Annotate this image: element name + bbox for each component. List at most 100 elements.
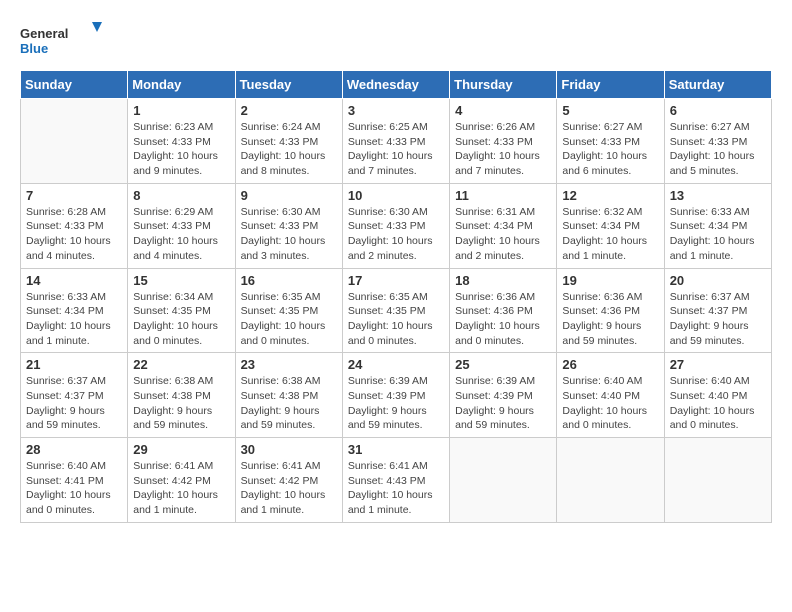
day-number: 30 <box>241 442 337 457</box>
calendar-cell: 16Sunrise: 6:35 AM Sunset: 4:35 PM Dayli… <box>235 268 342 353</box>
day-info: Sunrise: 6:40 AM Sunset: 4:41 PM Dayligh… <box>26 459 122 518</box>
day-number: 28 <box>26 442 122 457</box>
day-info: Sunrise: 6:26 AM Sunset: 4:33 PM Dayligh… <box>455 120 551 179</box>
day-info: Sunrise: 6:39 AM Sunset: 4:39 PM Dayligh… <box>455 374 551 433</box>
calendar-cell: 6Sunrise: 6:27 AM Sunset: 4:33 PM Daylig… <box>664 99 771 184</box>
day-info: Sunrise: 6:27 AM Sunset: 4:33 PM Dayligh… <box>670 120 766 179</box>
calendar-cell: 4 Sunrise: 6:26 AM Sunset: 4:33 PM Daylig… <box>450 99 557 184</box>
calendar-header-thursday: Thursday <box>450 71 557 99</box>
calendar-cell: 8 Sunrise: 6:29 AM Sunset: 4:33 PM Daylig… <box>128 183 235 268</box>
calendar-header-saturday: Saturday <box>664 71 771 99</box>
calendar-cell: 11 Sunrise: 6:31 AM Sunset: 4:34 PM Dayli… <box>450 183 557 268</box>
calendar-cell <box>557 438 664 523</box>
calendar-cell: 27 Sunrise: 6:40 AM Sunset: 4:40 PM Dayli… <box>664 353 771 438</box>
day-info: Sunrise: 6:29 AM Sunset: 4:33 PM Dayligh… <box>133 205 229 264</box>
day-number: 25 <box>455 357 551 372</box>
day-number: 27 <box>670 357 766 372</box>
day-info: Sunrise: 6:38 AM Sunset: 4:38 PM Dayligh… <box>241 374 337 433</box>
day-info: Sunrise: 6:41 AM Sunset: 4:42 PM Dayligh… <box>133 459 229 518</box>
day-info: Sunrise: 6:37 AM Sunset: 4:37 PM Dayligh… <box>670 290 766 349</box>
svg-text:Blue: Blue <box>20 41 48 56</box>
calendar-week-2: 7 Sunrise: 6:28 AM Sunset: 4:33 PM Daylig… <box>21 183 772 268</box>
day-info: Sunrise: 6:36 AM Sunset: 4:36 PM Dayligh… <box>455 290 551 349</box>
day-number: 16 <box>241 273 337 288</box>
day-info: Sunrise: 6:34 AM Sunset: 4:35 PM Dayligh… <box>133 290 229 349</box>
calendar-cell <box>450 438 557 523</box>
day-number: 17 <box>348 273 444 288</box>
day-number: 31 <box>348 442 444 457</box>
day-number: 8 <box>133 188 229 203</box>
day-info: Sunrise: 6:38 AM Sunset: 4:38 PM Dayligh… <box>133 374 229 433</box>
day-number: 21 <box>26 357 122 372</box>
logo-svg: General Blue <box>20 20 110 60</box>
calendar-header-friday: Friday <box>557 71 664 99</box>
day-info: Sunrise: 6:25 AM Sunset: 4:33 PM Dayligh… <box>348 120 444 179</box>
day-info: Sunrise: 6:37 AM Sunset: 4:37 PM Dayligh… <box>26 374 122 433</box>
day-info: Sunrise: 6:33 AM Sunset: 4:34 PM Dayligh… <box>670 205 766 264</box>
day-info: Sunrise: 6:36 AM Sunset: 4:36 PM Dayligh… <box>562 290 658 349</box>
calendar-cell: 14 Sunrise: 6:33 AM Sunset: 4:34 PM Dayli… <box>21 268 128 353</box>
calendar-week-4: 21 Sunrise: 6:37 AM Sunset: 4:37 PM Dayli… <box>21 353 772 438</box>
day-number: 29 <box>133 442 229 457</box>
day-number: 2 <box>241 103 337 118</box>
calendar-cell: 15Sunrise: 6:34 AM Sunset: 4:35 PM Dayli… <box>128 268 235 353</box>
calendar-cell: 22 Sunrise: 6:38 AM Sunset: 4:38 PM Dayli… <box>128 353 235 438</box>
calendar-cell: 19 Sunrise: 6:36 AM Sunset: 4:36 PM Dayli… <box>557 268 664 353</box>
calendar-cell: 18 Sunrise: 6:36 AM Sunset: 4:36 PM Dayli… <box>450 268 557 353</box>
day-info: Sunrise: 6:24 AM Sunset: 4:33 PM Dayligh… <box>241 120 337 179</box>
header: General Blue <box>20 20 772 60</box>
calendar-cell: 28 Sunrise: 6:40 AM Sunset: 4:41 PM Dayli… <box>21 438 128 523</box>
day-info: Sunrise: 6:40 AM Sunset: 4:40 PM Dayligh… <box>670 374 766 433</box>
calendar-header-wednesday: Wednesday <box>342 71 449 99</box>
calendar-cell: 9Sunrise: 6:30 AM Sunset: 4:33 PM Daylig… <box>235 183 342 268</box>
day-number: 5 <box>562 103 658 118</box>
calendar-cell: 2 Sunrise: 6:24 AM Sunset: 4:33 PM Daylig… <box>235 99 342 184</box>
calendar-cell: 24Sunrise: 6:39 AM Sunset: 4:39 PM Dayli… <box>342 353 449 438</box>
day-info: Sunrise: 6:32 AM Sunset: 4:34 PM Dayligh… <box>562 205 658 264</box>
day-info: Sunrise: 6:30 AM Sunset: 4:33 PM Dayligh… <box>348 205 444 264</box>
day-info: Sunrise: 6:39 AM Sunset: 4:39 PM Dayligh… <box>348 374 444 433</box>
calendar-cell: 25 Sunrise: 6:39 AM Sunset: 4:39 PM Dayli… <box>450 353 557 438</box>
calendar-cell: 12 Sunrise: 6:32 AM Sunset: 4:34 PM Dayli… <box>557 183 664 268</box>
day-number: 14 <box>26 273 122 288</box>
calendar-cell: 31 Sunrise: 6:41 AM Sunset: 4:43 PM Dayli… <box>342 438 449 523</box>
calendar-cell: 17Sunrise: 6:35 AM Sunset: 4:35 PM Dayli… <box>342 268 449 353</box>
calendar-header-tuesday: Tuesday <box>235 71 342 99</box>
day-number: 19 <box>562 273 658 288</box>
day-info: Sunrise: 6:31 AM Sunset: 4:34 PM Dayligh… <box>455 205 551 264</box>
day-number: 10 <box>348 188 444 203</box>
day-number: 12 <box>562 188 658 203</box>
svg-text:General: General <box>20 26 68 41</box>
calendar-cell: 3 Sunrise: 6:25 AM Sunset: 4:33 PM Daylig… <box>342 99 449 184</box>
day-info: Sunrise: 6:23 AM Sunset: 4:33 PM Dayligh… <box>133 120 229 179</box>
calendar-cell: 23Sunrise: 6:38 AM Sunset: 4:38 PM Dayli… <box>235 353 342 438</box>
day-number: 4 <box>455 103 551 118</box>
day-info: Sunrise: 6:28 AM Sunset: 4:33 PM Dayligh… <box>26 205 122 264</box>
day-number: 18 <box>455 273 551 288</box>
day-number: 22 <box>133 357 229 372</box>
day-number: 9 <box>241 188 337 203</box>
day-info: Sunrise: 6:33 AM Sunset: 4:34 PM Dayligh… <box>26 290 122 349</box>
day-number: 20 <box>670 273 766 288</box>
day-info: Sunrise: 6:40 AM Sunset: 4:40 PM Dayligh… <box>562 374 658 433</box>
calendar-week-3: 14 Sunrise: 6:33 AM Sunset: 4:34 PM Dayli… <box>21 268 772 353</box>
day-number: 1 <box>133 103 229 118</box>
calendar-header-row: SundayMondayTuesdayWednesdayThursdayFrid… <box>21 71 772 99</box>
day-info: Sunrise: 6:41 AM Sunset: 4:42 PM Dayligh… <box>241 459 337 518</box>
calendar-cell: 13 Sunrise: 6:33 AM Sunset: 4:34 PM Dayli… <box>664 183 771 268</box>
calendar-cell <box>21 99 128 184</box>
day-info: Sunrise: 6:41 AM Sunset: 4:43 PM Dayligh… <box>348 459 444 518</box>
calendar-week-5: 28 Sunrise: 6:40 AM Sunset: 4:41 PM Dayli… <box>21 438 772 523</box>
day-number: 7 <box>26 188 122 203</box>
day-number: 3 <box>348 103 444 118</box>
calendar-table: SundayMondayTuesdayWednesdayThursdayFrid… <box>20 70 772 523</box>
logo: General Blue <box>20 20 110 60</box>
day-info: Sunrise: 6:27 AM Sunset: 4:33 PM Dayligh… <box>562 120 658 179</box>
calendar-cell: 10 Sunrise: 6:30 AM Sunset: 4:33 PM Dayli… <box>342 183 449 268</box>
calendar-cell: 5 Sunrise: 6:27 AM Sunset: 4:33 PM Daylig… <box>557 99 664 184</box>
day-number: 11 <box>455 188 551 203</box>
calendar-cell: 30 Sunrise: 6:41 AM Sunset: 4:42 PM Dayli… <box>235 438 342 523</box>
day-number: 13 <box>670 188 766 203</box>
calendar-header-monday: Monday <box>128 71 235 99</box>
day-number: 26 <box>562 357 658 372</box>
